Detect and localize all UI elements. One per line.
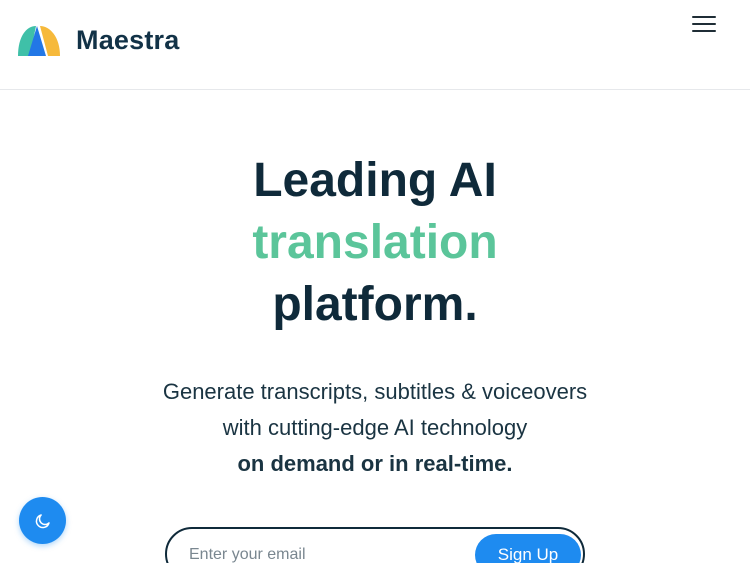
moon-icon (35, 513, 50, 528)
signup-form: Sign Up (165, 527, 585, 563)
hero-title-line-1: Leading AI (253, 154, 497, 207)
hero-title-line-3: platform. (272, 278, 478, 331)
theme-toggle-button[interactable] (19, 497, 66, 544)
menu-bar (692, 30, 716, 32)
menu-bar (692, 23, 716, 25)
sign-up-button[interactable]: Sign Up (475, 534, 581, 563)
hero-title: Leading AI translation platform. (0, 150, 750, 336)
menu-bar (692, 16, 716, 18)
brand-name: Maestra (76, 24, 180, 55)
brand-logo[interactable]: Maestra (16, 23, 179, 57)
hero-title-accent: translation (252, 216, 498, 269)
subtitle-line-2: with cutting-edge AI technology (222, 415, 528, 440)
subtitle-line-1: Generate transcripts, subtitles & voiceo… (162, 379, 588, 404)
hamburger-menu-icon[interactable] (690, 12, 720, 36)
maestra-logo-icon (18, 26, 60, 56)
email-input[interactable] (189, 542, 469, 563)
subtitle-line-3: on demand or in real-time. (237, 451, 513, 476)
hero-subtitle: Generate transcripts, subtitles & voiceo… (0, 374, 750, 482)
site-header: Maestra (0, 0, 750, 90)
